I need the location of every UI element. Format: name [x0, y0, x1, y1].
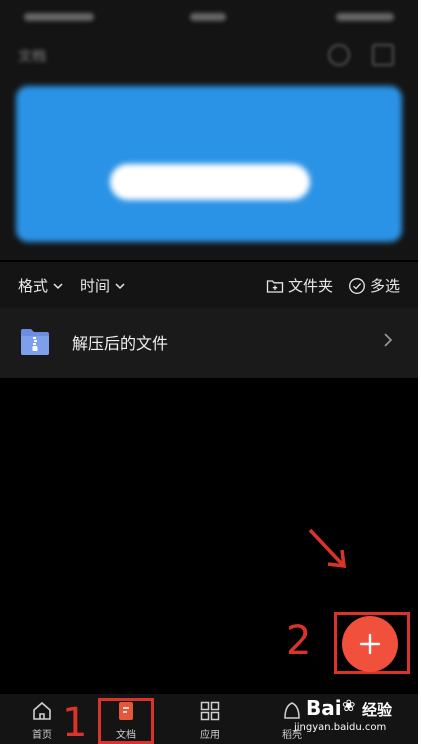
- phone-screen: 文档 格式 时间 文件夹 多选 解压后的文件 2 首页 文档 应用 稻壳 1 B…: [0, 0, 418, 744]
- plus-icon: [359, 633, 381, 655]
- search-icon[interactable]: [328, 44, 350, 66]
- create-new-button[interactable]: [342, 616, 398, 672]
- page-title: 文档: [18, 49, 46, 65]
- tab-apps-label: 应用: [200, 730, 220, 741]
- file-list-item[interactable]: 解压后的文件: [0, 308, 418, 378]
- chevron-right-icon: [384, 333, 393, 347]
- annotation-step-2: 2: [286, 618, 312, 664]
- baidu-watermark: Bai ❀ 经验 jingyan.baidu.com: [278, 690, 398, 742]
- watermark-suffix: 经验: [362, 701, 393, 719]
- status-bar: [0, 0, 418, 34]
- check-circle-icon: [349, 277, 365, 294]
- header: 文档: [0, 34, 418, 78]
- time-filter[interactable]: 时间: [80, 275, 126, 296]
- home-icon: [33, 701, 51, 720]
- time-filter-label: 时间: [80, 277, 111, 295]
- annotation-box-documents-tab: [98, 698, 154, 744]
- folder-label: 文件夹: [288, 277, 334, 295]
- new-folder-button[interactable]: 文件夹: [266, 275, 333, 296]
- apps-grid-icon: [200, 701, 220, 721]
- paw-icon: ❀: [342, 696, 356, 715]
- menu-icon[interactable]: [372, 44, 394, 66]
- tab-apps[interactable]: 应用: [180, 700, 240, 741]
- annotation-step-1: 1: [62, 700, 88, 744]
- file-name: 解压后的文件: [72, 334, 169, 353]
- zip-folder-icon: [21, 329, 49, 355]
- tab-home-label: 首页: [32, 730, 52, 741]
- watermark-logo: Bai: [306, 696, 342, 720]
- annotation-arrow-icon: [308, 528, 347, 569]
- format-filter-label: 格式: [18, 277, 49, 295]
- multiselect-label: 多选: [370, 277, 401, 295]
- banner-area: [0, 78, 418, 260]
- chevron-down-icon: [53, 282, 63, 289]
- multiselect-button[interactable]: 多选: [348, 275, 400, 296]
- chevron-down-icon: [115, 282, 125, 289]
- banner-button[interactable]: [110, 164, 310, 200]
- format-filter[interactable]: 格式: [18, 275, 64, 296]
- folder-add-icon: [266, 279, 284, 293]
- filter-bar: 格式 时间 文件夹 多选: [0, 262, 418, 308]
- watermark-url: jingyan.baidu.com: [294, 722, 387, 733]
